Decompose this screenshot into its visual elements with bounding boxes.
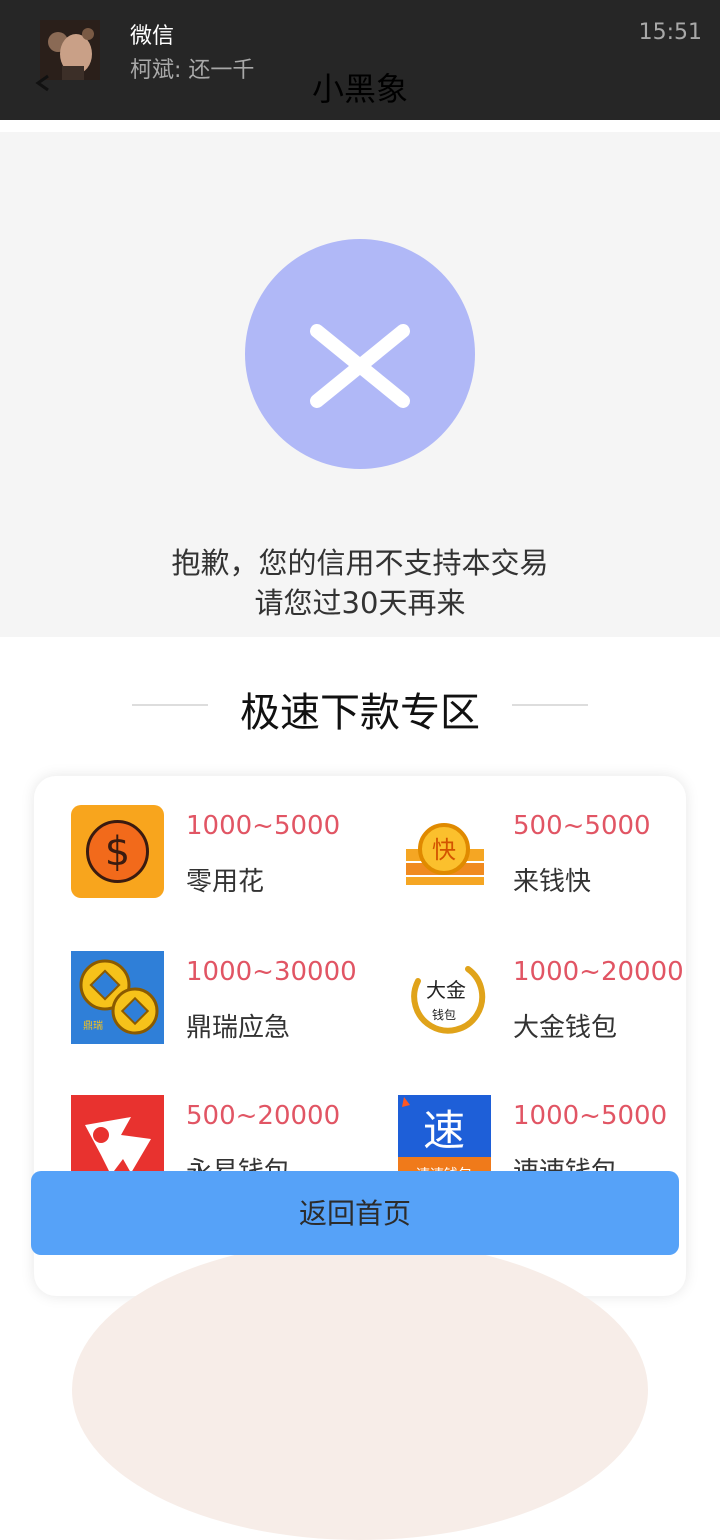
- error-message-line2: 请您过30天再来: [254, 586, 466, 620]
- product-amount: 500~20000: [186, 1101, 341, 1131]
- dajin-calligraphy-icon: 大金 钱包: [398, 951, 491, 1044]
- product-item-linghuahua[interactable]: $ 1000~5000 零用花: [71, 805, 391, 905]
- svg-text:$: $: [105, 829, 130, 875]
- dollar-coin-icon: $: [71, 805, 164, 898]
- notification-banner[interactable]: 微信 柯斌: 还一千 15:51 小黑象: [0, 0, 720, 120]
- product-amount: 500~5000: [513, 811, 651, 841]
- svg-text:快: 快: [432, 836, 456, 864]
- page-title: 小黑象: [311, 70, 408, 108]
- error-circle: [245, 239, 475, 469]
- gold-coin-stack-icon: 快: [398, 805, 491, 898]
- notification-time: 15:51: [638, 20, 702, 45]
- section-title: 极速下款专区: [240, 690, 480, 736]
- divider-right: [512, 704, 588, 706]
- svg-text:鼎瑞: 鼎瑞: [83, 1020, 103, 1032]
- app-name: 微信: [130, 24, 175, 49]
- product-name: 鼎瑞应急: [186, 1013, 291, 1043]
- decorative-circle: [72, 1240, 648, 1540]
- product-name: 大金钱包: [513, 1013, 618, 1043]
- error-panel: 抱歉，您的信用不支持本交易 请您过30天再来: [0, 132, 720, 637]
- section-header: 极速下款专区: [0, 680, 720, 736]
- svg-text:大金: 大金: [426, 978, 466, 1002]
- product-amount: 1000~20000: [513, 957, 684, 987]
- svg-text:速: 速: [423, 1106, 465, 1155]
- product-amount: 1000~5000: [186, 811, 341, 841]
- product-name: 零用花: [186, 867, 265, 897]
- close-icon: [310, 324, 410, 408]
- svg-text:钱包: 钱包: [432, 1007, 456, 1022]
- product-item-laiqiankuai[interactable]: 快 500~5000 来钱快: [398, 805, 686, 905]
- copper-coins-icon: 鼎瑞: [71, 951, 164, 1044]
- product-amount: 1000~30000: [186, 957, 357, 987]
- product-name: 来钱快: [513, 867, 592, 897]
- error-message-line1: 抱歉，您的信用不支持本交易: [171, 546, 549, 580]
- product-item-dajin[interactable]: 大金 钱包 1000~20000 大金钱包: [398, 951, 686, 1051]
- product-item-dingrui[interactable]: 鼎瑞 1000~30000 鼎瑞应急: [71, 951, 391, 1051]
- home-button[interactable]: 返回首页: [31, 1171, 679, 1255]
- product-amount: 1000~5000: [513, 1101, 668, 1131]
